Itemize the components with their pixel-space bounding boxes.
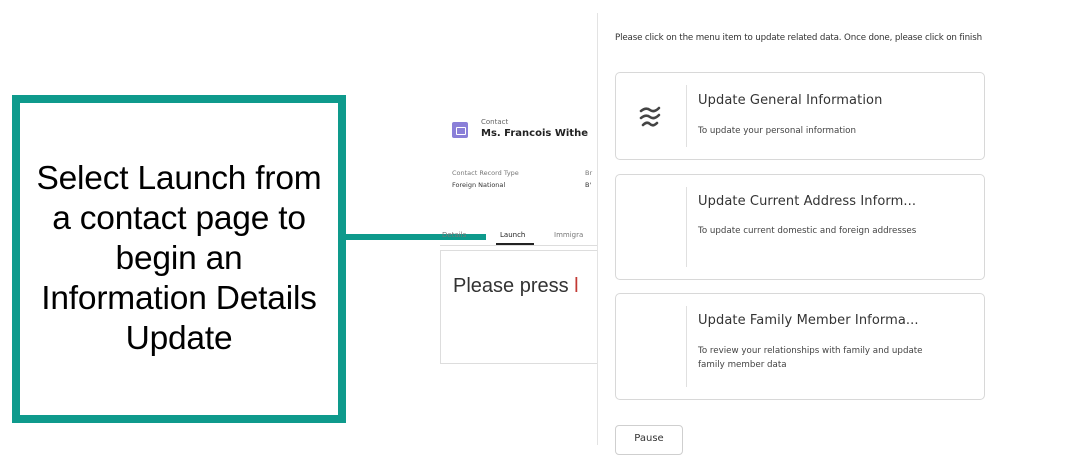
tab-immigration[interactable]: Immigra xyxy=(554,231,583,239)
card-divider xyxy=(686,85,687,147)
field-label-record-type: Contact Record Type xyxy=(452,169,519,177)
tab-divider xyxy=(440,245,597,246)
pause-button[interactable]: Pause xyxy=(615,425,683,455)
launch-panel: Please press l xyxy=(440,250,597,364)
wave-lines-icon xyxy=(639,106,661,127)
menu-item-family-member[interactable]: Update Family Member Informa... To revie… xyxy=(615,293,985,400)
menu-item-title: Update Current Address Inform... xyxy=(698,194,917,209)
card-divider xyxy=(686,306,687,387)
field-label-second: Br xyxy=(585,169,593,177)
launch-message-highlight: l xyxy=(574,275,579,297)
launch-message: Please press l xyxy=(453,275,579,298)
menu-item-title: Update General Information xyxy=(698,93,883,108)
field-value-record-type: Foreign National xyxy=(452,181,506,189)
menu-item-current-address[interactable]: Update Current Address Inform... To upda… xyxy=(615,174,985,280)
menu-item-description: To update your personal information xyxy=(698,126,856,136)
field-value-second: B' xyxy=(585,181,592,189)
contact-record-page: Contact Ms. Francois Withe Contact Recor… xyxy=(440,108,597,368)
card-divider xyxy=(686,187,687,267)
menu-item-description: To update current domestic and foreign a… xyxy=(698,226,917,236)
tab-details[interactable]: Details xyxy=(442,231,466,239)
annotation-callout-box: Select Launch from a contact page to beg… xyxy=(12,95,346,423)
menu-item-description: To review your relationships with family… xyxy=(698,346,923,370)
contact-icon xyxy=(452,122,468,138)
menu-item-title: Update Family Member Informa... xyxy=(698,313,919,328)
flow-instructions: Please click on the menu item to update … xyxy=(615,33,982,43)
record-object-type: Contact xyxy=(481,118,509,126)
menu-item-general-information[interactable]: Update General Information To update you… xyxy=(615,72,985,160)
annotation-callout-text: Select Launch from a contact page to beg… xyxy=(36,160,322,357)
modal-left-border xyxy=(597,13,598,445)
launch-message-text: Please press xyxy=(453,275,575,297)
record-name: Ms. Francois Withe xyxy=(481,128,588,139)
tab-launch[interactable]: Launch xyxy=(500,231,525,239)
